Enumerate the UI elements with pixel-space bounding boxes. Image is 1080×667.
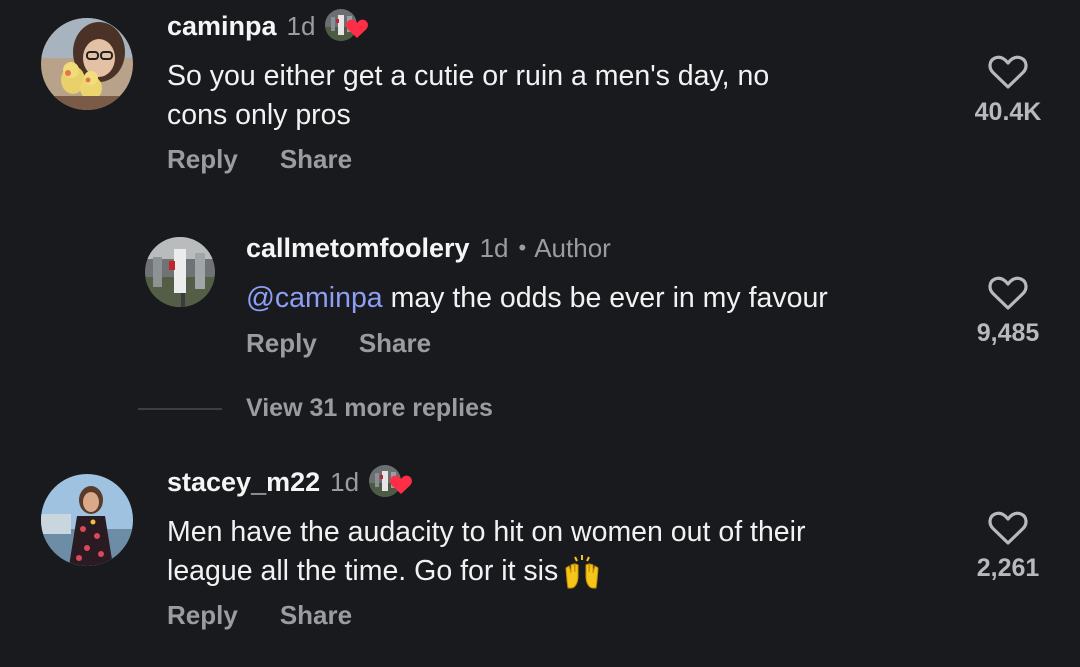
avatar-image bbox=[41, 474, 133, 566]
username[interactable]: caminpa bbox=[167, 11, 277, 42]
timestamp: 1d bbox=[286, 10, 316, 41]
username[interactable]: callmetomfoolery bbox=[246, 233, 470, 264]
like-control: 2,261 bbox=[958, 508, 1058, 583]
author-liked-badge bbox=[325, 8, 373, 44]
like-count: 2,261 bbox=[976, 554, 1040, 582]
view-more-replies-label: View 31 more replies bbox=[246, 394, 493, 422]
share-button[interactable]: Share bbox=[280, 144, 352, 175]
heart-filled-icon bbox=[346, 19, 369, 38]
raised-hands-emoji bbox=[565, 555, 599, 589]
comment-text-line: cons only pros bbox=[167, 99, 351, 131]
heart-filled-icon bbox=[390, 475, 412, 494]
like-control: 9,485 bbox=[958, 273, 1058, 348]
like-count: 9,485 bbox=[976, 319, 1040, 347]
view-more-replies-button[interactable]: View 31 more replies bbox=[138, 394, 493, 423]
avatar-callmetomfoolery[interactable] bbox=[145, 237, 215, 307]
comment-text-line: Men have the audacity to hit on women ou… bbox=[167, 516, 806, 548]
comment-text-line: league all the time. Go for it sis bbox=[167, 555, 559, 587]
avatar-image bbox=[145, 237, 215, 307]
author-label: Author bbox=[534, 232, 611, 263]
author-liked-badge bbox=[369, 464, 417, 500]
heart-outline-icon[interactable] bbox=[987, 508, 1029, 546]
divider-line bbox=[138, 407, 222, 410]
timestamp: 1d bbox=[330, 466, 360, 497]
avatar-image bbox=[41, 18, 133, 110]
comment-text-line-with-emoji: league all the time. Go for it sis bbox=[167, 552, 805, 591]
like-control: 40.4K bbox=[958, 52, 1058, 127]
reply-button[interactable]: Reply bbox=[167, 144, 238, 175]
username[interactable]: stacey_m22 bbox=[167, 467, 320, 498]
share-button[interactable]: Share bbox=[280, 600, 352, 631]
timestamp: 1d bbox=[479, 232, 509, 263]
avatar-caminpa[interactable] bbox=[41, 18, 133, 110]
comment-text: may the odds be ever in my favour bbox=[382, 282, 828, 314]
reply-button[interactable]: Reply bbox=[167, 600, 238, 631]
separator-dot: • bbox=[518, 235, 527, 260]
reply-button[interactable]: Reply bbox=[246, 328, 317, 359]
comment-text-line: So you either get a cutie or ruin a men'… bbox=[167, 60, 770, 92]
share-button[interactable]: Share bbox=[359, 328, 431, 359]
heart-outline-icon[interactable] bbox=[987, 52, 1029, 90]
avatar-stacey_m22[interactable] bbox=[41, 474, 133, 566]
heart-outline-icon[interactable] bbox=[987, 273, 1029, 311]
mention-link[interactable]: @caminpa bbox=[246, 282, 383, 314]
like-count: 40.4K bbox=[974, 98, 1042, 126]
